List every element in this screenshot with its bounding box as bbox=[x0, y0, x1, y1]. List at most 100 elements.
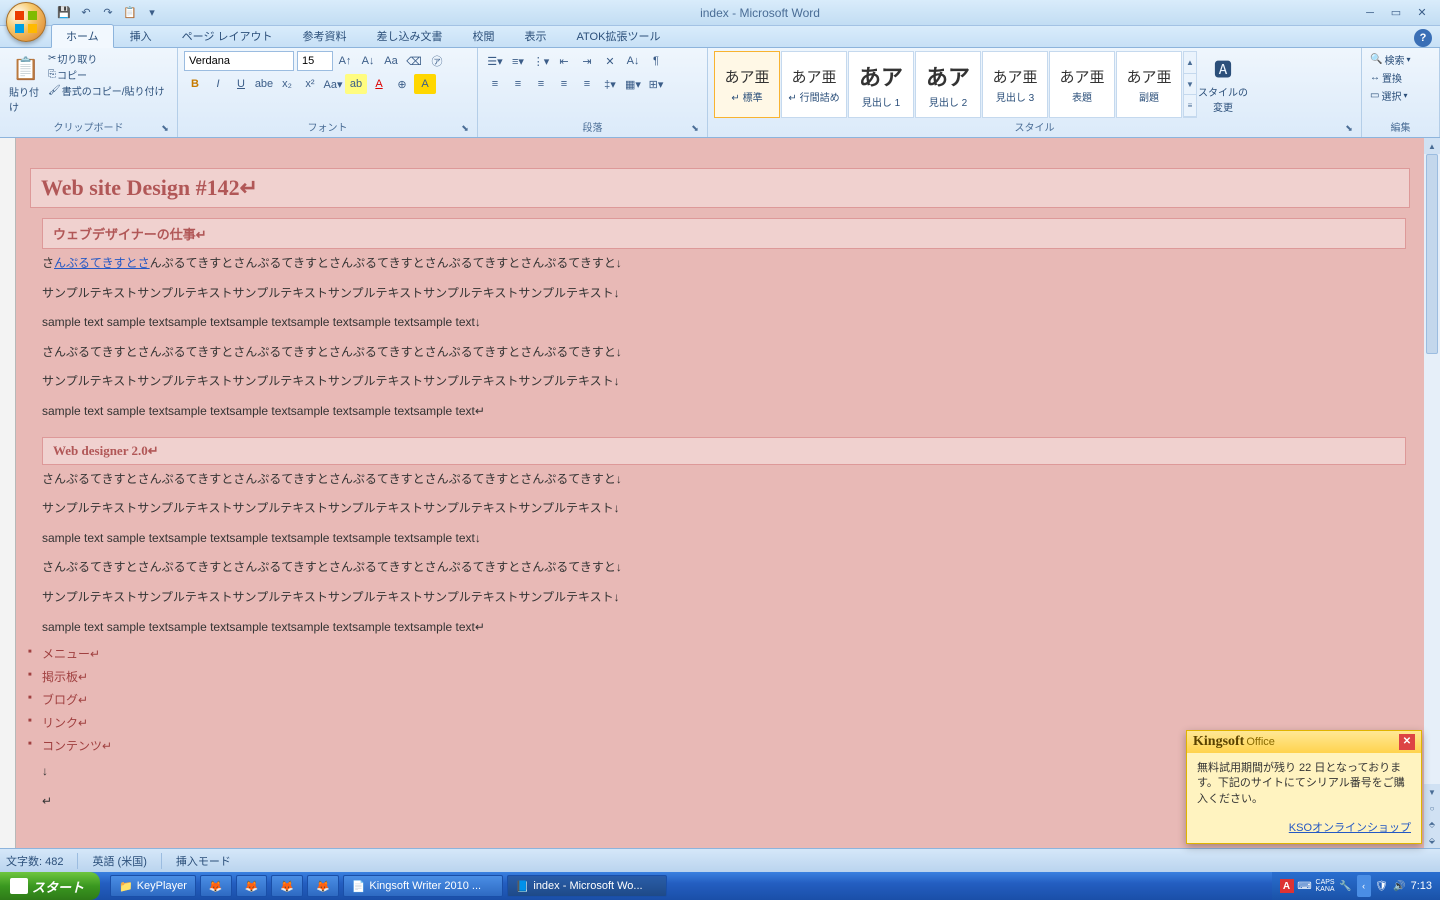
heading-2a[interactable]: ウェブデザイナーの仕事↵ bbox=[42, 218, 1406, 249]
taskbar-item-keyplayer[interactable]: 📁KeyPlayer bbox=[110, 875, 196, 897]
enclose-button[interactable]: ⊕ bbox=[391, 74, 413, 94]
text-effects-button[interactable]: Aa▾ bbox=[322, 74, 344, 94]
tray-clock[interactable]: 7:13 bbox=[1411, 880, 1432, 892]
sample-link[interactable]: んぷるてきすとさ bbox=[54, 256, 150, 270]
tab-insert[interactable]: 挿入 bbox=[116, 25, 166, 47]
style-heading3[interactable]: あア亜見出し 3 bbox=[982, 51, 1048, 118]
distributed-button[interactable]: ≡ bbox=[576, 74, 598, 94]
language-status[interactable]: 英語 (米国) bbox=[92, 853, 146, 869]
tray-keyboard-icon[interactable]: ⌨ bbox=[1298, 879, 1312, 893]
paragraph[interactable]: サンプルテキストサンプルテキストサンプルテキストサンプルテキストサンプルテキスト… bbox=[30, 279, 1410, 309]
select-button[interactable]: ▭選択▾ bbox=[1368, 87, 1412, 104]
heading-2b[interactable]: Web designer 2.0↵ bbox=[42, 437, 1406, 465]
paragraph[interactable]: サンプルテキストサンプルテキストサンプルテキストサンプルテキストサンプルテキスト… bbox=[30, 494, 1410, 524]
scroll-up-button[interactable]: ▲ bbox=[1424, 138, 1440, 154]
browse-object-button[interactable]: ○ bbox=[1424, 800, 1440, 816]
sort-button[interactable]: A↓ bbox=[622, 51, 644, 71]
style-subtitle[interactable]: あア亜副題 bbox=[1116, 51, 1182, 118]
tab-review[interactable]: 校閲 bbox=[459, 25, 509, 47]
qat-more-button[interactable]: ▾ bbox=[142, 3, 162, 23]
style-no-spacing[interactable]: あア亜↵ 行間詰め bbox=[781, 51, 847, 118]
vertical-ruler[interactable] bbox=[0, 138, 16, 848]
superscript-button[interactable]: x² bbox=[299, 74, 321, 94]
close-button[interactable]: ✕ bbox=[1410, 5, 1434, 21]
taskbar-item-word[interactable]: 📘index - Microsoft Wo... bbox=[507, 875, 667, 897]
align-center-button[interactable]: ≡ bbox=[507, 74, 529, 94]
font-size-input[interactable] bbox=[297, 51, 333, 71]
change-styles-button[interactable]: 🅰 スタイルの 変更 bbox=[1199, 51, 1247, 118]
justify-button[interactable]: ≡ bbox=[553, 74, 575, 94]
tab-view[interactable]: 表示 bbox=[511, 25, 561, 47]
style-title[interactable]: あア亜表題 bbox=[1049, 51, 1115, 118]
tab-atok[interactable]: ATOK拡張ツール bbox=[563, 25, 675, 47]
word-count[interactable]: 文字数: 482 bbox=[6, 853, 63, 869]
tab-mailings[interactable]: 差し込み文書 bbox=[363, 25, 457, 47]
tray-expand-button[interactable]: ‹ bbox=[1357, 875, 1371, 897]
tab-page-layout[interactable]: ページ レイアウト bbox=[168, 25, 287, 47]
redo-button[interactable]: ↷ bbox=[98, 3, 118, 23]
strike-button[interactable]: abe bbox=[253, 74, 275, 94]
tab-references[interactable]: 参考資料 bbox=[289, 25, 361, 47]
paragraph[interactable]: さんぷるてきすとさんぷるてきすとさんぷるてきすとさんぷるてきすとさんぷるてきすと… bbox=[30, 465, 1410, 495]
paragraph[interactable]: サンプルテキストサンプルテキストサンプルテキストサンプルテキストサンプルテキスト… bbox=[30, 367, 1410, 397]
vertical-scrollbar[interactable]: ▲ ▼ ○ ⬘ ⬙ bbox=[1424, 138, 1440, 848]
minimize-button[interactable]: ─ bbox=[1358, 5, 1382, 21]
taskbar-item-firefox[interactable]: 🦊 bbox=[200, 875, 232, 897]
save-button[interactable]: 💾 bbox=[54, 3, 74, 23]
style-heading1[interactable]: あア見出し 1 bbox=[848, 51, 914, 118]
font-name-input[interactable] bbox=[184, 51, 294, 71]
office-button[interactable] bbox=[6, 2, 46, 42]
paragraph[interactable]: さんぷるてきすとさんぷるてきすとさんぷるてきすとさんぷるてきすとさんぷるてきすと… bbox=[30, 338, 1410, 368]
borders-button[interactable]: ⊞▾ bbox=[645, 74, 667, 94]
char-shading-button[interactable]: A bbox=[414, 74, 436, 94]
tray-ime-icon[interactable]: A bbox=[1280, 879, 1294, 893]
taskbar-item-firefox[interactable]: 🦊 bbox=[236, 875, 268, 897]
taskbar-item-firefox[interactable]: 🦊 bbox=[271, 875, 303, 897]
list-item[interactable]: ブログ↵ bbox=[30, 688, 1410, 711]
find-button[interactable]: 🔍検索▾ bbox=[1368, 51, 1412, 68]
clipboard-launcher-icon[interactable]: ⬊ bbox=[159, 123, 171, 135]
paragraph[interactable]: sample text sample textsample textsample… bbox=[30, 308, 1410, 338]
shading-button[interactable]: ▦▾ bbox=[622, 74, 644, 94]
numbering-button[interactable]: ≡▾ bbox=[507, 51, 529, 71]
qat-customize-icon[interactable]: 📋 bbox=[120, 3, 140, 23]
increase-indent-button[interactable]: ⇥ bbox=[576, 51, 598, 71]
ltr-button[interactable]: ✕ bbox=[599, 51, 621, 71]
subscript-button[interactable]: x₂ bbox=[276, 74, 298, 94]
format-painter-button[interactable]: 🖌書式のコピー/貼り付け bbox=[48, 83, 164, 98]
line-spacing-button[interactable]: ‡▾ bbox=[599, 74, 621, 94]
maximize-button[interactable]: ▭ bbox=[1384, 5, 1408, 21]
decrease-indent-button[interactable]: ⇤ bbox=[553, 51, 575, 71]
style-heading2[interactable]: あア見出し 2 bbox=[915, 51, 981, 118]
paragraph[interactable]: sample text sample textsample textsample… bbox=[30, 524, 1410, 554]
start-button[interactable]: スタート bbox=[0, 872, 100, 900]
phonetic-button[interactable]: ㋐ bbox=[426, 51, 448, 71]
next-page-button[interactable]: ⬙ bbox=[1424, 832, 1440, 848]
popup-close-button[interactable]: ✕ bbox=[1399, 734, 1415, 750]
replace-button[interactable]: ↔置換 bbox=[1368, 69, 1412, 86]
highlight-button[interactable]: ab bbox=[345, 74, 367, 94]
tray-shield-icon[interactable]: 🛡 bbox=[1375, 879, 1389, 893]
underline-button[interactable]: U bbox=[230, 74, 252, 94]
list-item[interactable]: 掲示板↵ bbox=[30, 665, 1410, 688]
change-case-button[interactable]: Aa bbox=[380, 51, 402, 71]
copy-button[interactable]: ⎘コピー bbox=[48, 67, 164, 82]
tab-home[interactable]: ホーム bbox=[51, 24, 114, 48]
style-gallery-scroll[interactable]: ▲▼≡ bbox=[1183, 51, 1197, 118]
shrink-font-button[interactable]: A↓ bbox=[357, 51, 379, 71]
align-left-button[interactable]: ≡ bbox=[484, 74, 506, 94]
cut-button[interactable]: ✂切り取り bbox=[48, 51, 164, 66]
taskbar-item-kingsoft[interactable]: 📄Kingsoft Writer 2010 ... bbox=[343, 875, 503, 897]
tray-tool-icon[interactable]: 🔧 bbox=[1339, 879, 1353, 893]
italic-button[interactable]: I bbox=[207, 74, 229, 94]
scroll-down-button[interactable]: ▼ bbox=[1424, 784, 1440, 800]
taskbar-item-firefox[interactable]: 🦊 bbox=[307, 875, 339, 897]
tray-volume-icon[interactable]: 🔊 bbox=[1393, 879, 1407, 893]
scroll-thumb[interactable] bbox=[1426, 154, 1438, 354]
paragraph[interactable]: サンプルテキストサンプルテキストサンプルテキストサンプルテキストサンプルテキスト… bbox=[30, 583, 1410, 613]
undo-button[interactable]: ↶ bbox=[76, 3, 96, 23]
align-right-button[interactable]: ≡ bbox=[530, 74, 552, 94]
bullets-button[interactable]: ☰▾ bbox=[484, 51, 506, 71]
grow-font-button[interactable]: A↑ bbox=[334, 51, 356, 71]
heading-1[interactable]: Web site Design #142↵ bbox=[30, 168, 1410, 208]
